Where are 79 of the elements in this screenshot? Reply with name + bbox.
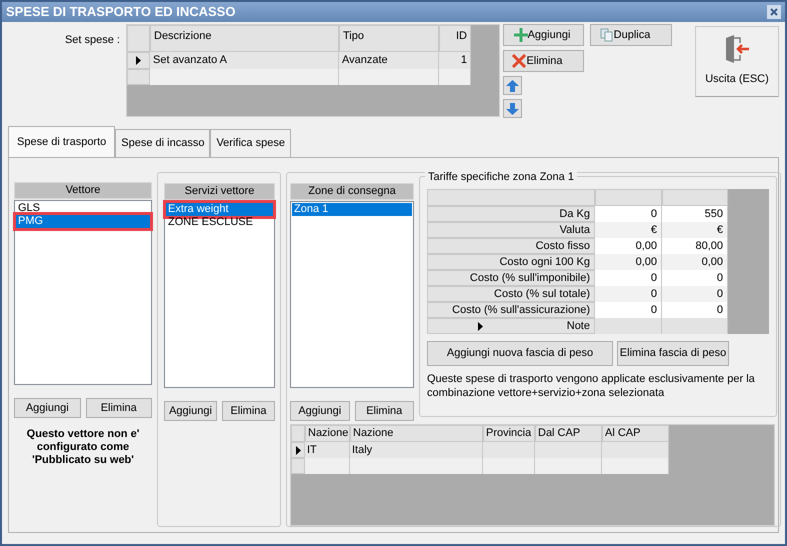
row-label: Costo fisso (536, 239, 590, 253)
table-cell: 0 (662, 270, 728, 286)
list-header: Zone di consegna (290, 183, 414, 200)
duplicate-button[interactable]: Duplica (590, 24, 672, 46)
table-cell: 0,00 (595, 238, 662, 254)
column-header (662, 189, 728, 206)
tab[interactable]: Spese di trasporto (8, 126, 116, 157)
row-label: Costo (% sul totale) (494, 287, 590, 301)
info-text: Queste spese di trasporto vengono applicate esclusivamente per la combinazione vettore+servizio+zona selezionata (427, 372, 756, 400)
add-button[interactable]: Aggiungi (503, 24, 584, 46)
table-cell (535, 442, 602, 458)
exit-button[interactable]: Uscita (ESC) (695, 26, 779, 97)
row-label: Costo (% sull'imponibile) (470, 271, 590, 285)
table-cell: 0 (662, 302, 728, 318)
add-weight-band-button[interactable]: Aggiungi nuova fascia di peso (427, 341, 613, 366)
column-header: Al CAP (602, 425, 669, 442)
move-down-button[interactable] (503, 99, 522, 118)
row-label: Da Kg (559, 207, 590, 221)
table-cell: 0 (662, 286, 728, 302)
column-header: Nazione (305, 425, 350, 442)
delete-button[interactable]: Elimina (86, 398, 152, 418)
column-header: Dal CAP (535, 425, 602, 442)
table-cell: 80,00 (662, 238, 728, 254)
delete-button[interactable]: Elimina (354, 401, 414, 421)
row-label: Note (566, 319, 590, 333)
list-header: Vettore (14, 182, 152, 199)
table-cell: 0,00 (662, 254, 728, 270)
row-label: Costo ogni 100 Kg (499, 255, 590, 269)
table-cell: 1 (439, 52, 471, 69)
add-button[interactable]: Aggiungi (14, 398, 80, 418)
column-header: Tipo (339, 25, 439, 52)
table-cell: 0,00 (595, 254, 662, 270)
table-cell: 550 (662, 206, 728, 222)
table-cell: 0 (595, 302, 662, 318)
table-cell: € (595, 222, 662, 238)
x-icon (512, 54, 526, 68)
table-cell (602, 442, 669, 458)
list-item[interactable]: Zona 1 (292, 203, 412, 216)
exit-door-icon (723, 35, 751, 64)
row-label: Costo (% sull'assicurazione) (452, 303, 590, 317)
table-cell: 0 (595, 206, 662, 222)
list-item[interactable]: ZONE ESCLUSE (166, 216, 273, 229)
list-item[interactable]: Extra weight (166, 203, 273, 216)
arrow-down-icon (506, 102, 519, 114)
tab[interactable]: Verifica spese (210, 129, 291, 157)
close-icon (770, 8, 778, 16)
plus-icon (514, 28, 528, 42)
column-header: ID (439, 25, 471, 52)
warning-message: Questo vettore non e' configurato come 'Pubblicato su web' (26, 428, 140, 467)
tab[interactable]: Spese di incasso (115, 129, 210, 157)
window-title: SPESE DI TRASPORTO ED INCASSO (6, 3, 236, 22)
move-up-button[interactable] (503, 76, 522, 95)
table-cell (483, 442, 535, 458)
row-label: Valuta (560, 223, 590, 237)
group-title: Tariffe specifiche zona Zona 1 (425, 169, 577, 186)
table-cell (662, 318, 728, 334)
list-header: Servizi vettore (164, 183, 275, 200)
list-item[interactable]: PMG (16, 215, 150, 228)
table-cell: 0 (595, 286, 662, 302)
table-cell: Italy (350, 442, 483, 458)
add-button[interactable]: Aggiungi (290, 401, 350, 421)
delete-button[interactable]: Elimina (503, 50, 584, 72)
list-item[interactable]: GLS (16, 202, 150, 215)
table-cell: Avanzate (339, 52, 439, 69)
close-button[interactable] (767, 5, 781, 19)
table-cell: IT (305, 442, 350, 458)
copy-icon (600, 28, 614, 42)
add-button[interactable]: Aggiungi (164, 401, 217, 421)
table-cell: € (662, 222, 728, 238)
delete-button[interactable]: Elimina (222, 401, 275, 421)
column-header: Descrizione (150, 25, 339, 52)
column-header: Nazione (350, 425, 483, 442)
table-cell: Set avanzato A (150, 52, 339, 69)
column-header (595, 189, 662, 206)
delete-weight-band-button[interactable]: Elimina fascia di peso (617, 341, 729, 366)
table-cell: 0 (595, 270, 662, 286)
set-label: Set spese : (64, 33, 121, 48)
column-header: Provincia (483, 425, 535, 442)
arrow-up-icon (506, 80, 519, 92)
